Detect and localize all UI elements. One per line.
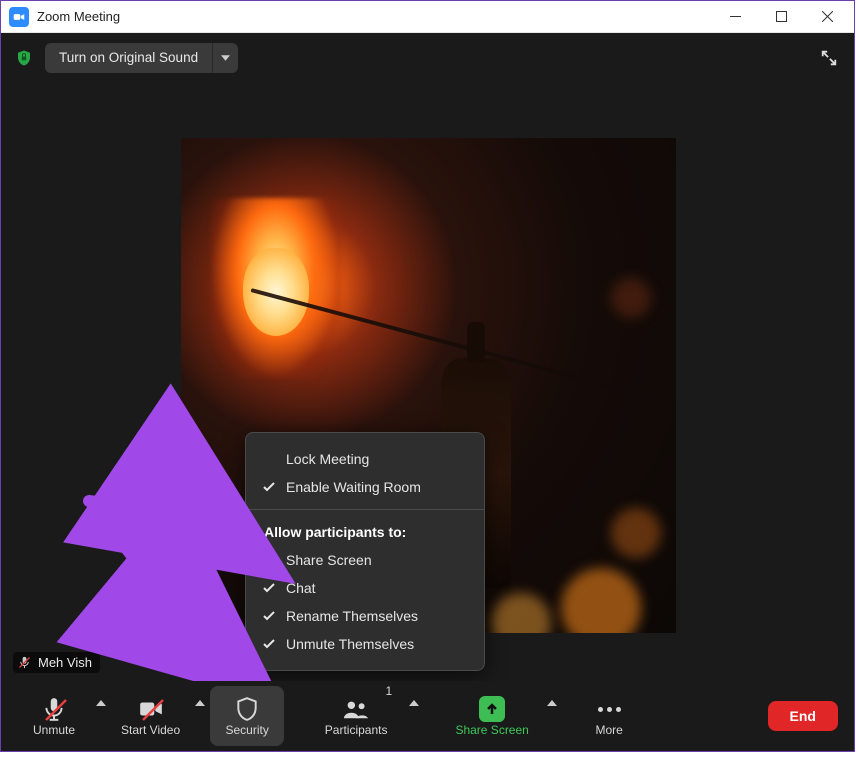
participants-button[interactable]: 1 Participants <box>308 686 404 746</box>
participants-icon <box>343 696 369 722</box>
share-options-caret[interactable] <box>542 686 562 746</box>
popup-share-screen-label: Share Screen <box>286 552 372 568</box>
security-label: Security <box>225 723 268 737</box>
minimize-button[interactable] <box>712 2 758 32</box>
popup-unmute[interactable]: Unmute Themselves <box>246 630 484 658</box>
video-options-caret[interactable] <box>190 686 210 746</box>
window-title: Zoom Meeting <box>37 9 120 24</box>
check-icon <box>262 482 276 492</box>
popup-lock-meeting-label: Lock Meeting <box>286 451 369 467</box>
audio-options-caret[interactable] <box>91 686 111 746</box>
check-icon <box>262 583 276 593</box>
start-video-label: Start Video <box>121 723 180 737</box>
popup-unmute-label: Unmute Themselves <box>286 636 414 652</box>
popup-share-screen[interactable]: Share Screen <box>246 546 484 574</box>
popup-rename[interactable]: Rename Themselves <box>246 602 484 630</box>
meeting-topbar: Turn on Original Sound <box>13 43 842 73</box>
encryption-shield-icon[interactable] <box>13 47 35 69</box>
popup-lock-meeting[interactable]: Lock Meeting <box>246 445 484 473</box>
maximize-button[interactable] <box>758 2 804 32</box>
popup-separator <box>246 509 484 510</box>
original-sound-button[interactable]: Turn on Original Sound <box>45 43 212 73</box>
popup-waiting-room-label: Enable Waiting Room <box>286 479 421 495</box>
close-button[interactable] <box>804 2 850 32</box>
unmute-button[interactable]: Unmute <box>17 686 91 746</box>
slash-icon <box>140 697 166 723</box>
popup-waiting-room[interactable]: Enable Waiting Room <box>246 473 484 501</box>
slash-icon <box>43 697 69 723</box>
original-sound-toggle: Turn on Original Sound <box>45 43 238 73</box>
participants-count: 1 <box>385 684 392 698</box>
more-dots-icon <box>598 707 621 712</box>
check-icon <box>262 611 276 621</box>
meeting-area: Turn on Original Sound <box>1 33 854 681</box>
start-video-button[interactable]: Start Video <box>111 686 190 746</box>
popup-chat[interactable]: Chat <box>246 574 484 602</box>
more-label: More <box>595 723 622 737</box>
share-screen-label: Share Screen <box>455 723 528 737</box>
participant-name-tag: Meh Vish <box>13 652 100 673</box>
meeting-toolbar: Unmute Start Video Security <box>1 681 854 751</box>
unmute-label: Unmute <box>33 723 75 737</box>
participants-label: Participants <box>325 723 388 737</box>
muted-mic-icon <box>17 655 32 670</box>
original-sound-dropdown[interactable] <box>212 43 238 73</box>
popup-chat-label: Chat <box>286 580 316 596</box>
security-button[interactable]: Security <box>210 686 284 746</box>
app-window: Zoom Meeting Turn on Original Sound <box>0 0 855 752</box>
more-button[interactable]: More <box>572 686 646 746</box>
fullscreen-button[interactable] <box>816 45 842 71</box>
share-screen-icon <box>479 696 505 722</box>
end-meeting-button[interactable]: End <box>768 701 838 731</box>
shield-icon <box>234 696 260 722</box>
participant-name: Meh Vish <box>38 655 92 670</box>
titlebar: Zoom Meeting <box>1 1 854 33</box>
popup-rename-label: Rename Themselves <box>286 608 418 624</box>
zoom-app-icon <box>9 7 29 27</box>
share-screen-button[interactable]: Share Screen <box>442 686 542 746</box>
check-icon <box>262 639 276 649</box>
security-popup: Lock Meeting Enable Waiting Room Allow p… <box>245 432 485 671</box>
window-controls <box>712 2 850 32</box>
popup-allow-header: Allow participants to: <box>246 518 484 546</box>
participants-options-caret[interactable] <box>404 686 424 746</box>
